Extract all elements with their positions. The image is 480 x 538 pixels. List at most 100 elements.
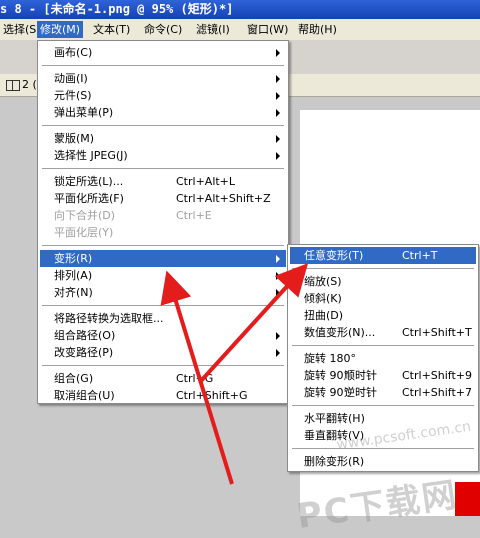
transform-submenu-item[interactable]: 删除变形(R) bbox=[290, 453, 476, 470]
transform-submenu-item-label: 删除变形(R) bbox=[304, 455, 365, 468]
modify-menu-item-label: 取消组合(U) bbox=[54, 389, 115, 402]
menu-text[interactable]: 文本(T) bbox=[90, 21, 133, 38]
menu-help[interactable]: 帮助(H) bbox=[295, 21, 340, 38]
modify-menu-item-label: 蒙版(M) bbox=[54, 132, 95, 145]
title-bar: s 8 - [未命名-1.png @ 95% (矩形)*] bbox=[0, 0, 480, 19]
transform-submenu-item-label: 倾斜(K) bbox=[304, 292, 342, 305]
modify-menu-item-shortcut: Ctrl+E bbox=[176, 209, 212, 222]
transform-submenu-item-shortcut: Ctrl+Shift+7 bbox=[402, 386, 473, 399]
menu-separator bbox=[42, 168, 284, 169]
modify-menu-item-label: 对齐(N) bbox=[54, 286, 93, 299]
modify-menu-item: 向下合并(D) Ctrl+E bbox=[40, 207, 286, 224]
menu-modify[interactable]: 修改(M) bbox=[37, 21, 84, 38]
submenu-arrow-icon bbox=[276, 75, 280, 83]
modify-menu-item-label: 改变路径(P) bbox=[54, 346, 114, 359]
modify-menu-item[interactable]: 组合路径(O) bbox=[40, 327, 286, 344]
transform-submenu-item[interactable]: 水平翻转(H) bbox=[290, 410, 476, 427]
modify-menu-item[interactable]: 画布(C) bbox=[40, 44, 286, 61]
menu-separator bbox=[292, 268, 474, 269]
submenu-arrow-icon bbox=[276, 92, 280, 100]
modify-menu-item-label: 将路径转换为选取框... bbox=[54, 312, 164, 325]
red-shape bbox=[455, 482, 480, 516]
menu-separator bbox=[42, 125, 284, 126]
transform-submenu-item-label: 旋转 180° bbox=[304, 352, 356, 365]
transform-submenu-item[interactable]: 任意变形(T) Ctrl+T bbox=[290, 247, 476, 264]
modify-menu-item-label: 排列(A) bbox=[54, 269, 93, 282]
modify-menu-item[interactable]: 蒙版(M) bbox=[40, 130, 286, 147]
modify-menu-item-label: 元件(S) bbox=[54, 89, 92, 102]
transform-submenu-item-label: 扭曲(D) bbox=[304, 309, 344, 322]
document-tab[interactable]: 2 ( bbox=[6, 77, 37, 93]
menu-filters[interactable]: 滤镜(I) bbox=[193, 21, 233, 38]
transform-submenu-item[interactable]: 数值变形(N)... Ctrl+Shift+T bbox=[290, 324, 476, 341]
modify-menu-item-label: 平面化所选(F) bbox=[54, 192, 124, 205]
transform-submenu-item-shortcut: Ctrl+T bbox=[402, 249, 438, 262]
menu-separator bbox=[42, 245, 284, 246]
modify-menu-item-label: 平面化层(Y) bbox=[54, 226, 114, 239]
modify-menu: 画布(C) 动画(I) 元件(S) 弹出菜单(P) 蒙版(M) 选择性 JPEG(J) 锁定… bbox=[37, 40, 289, 404]
modify-menu-item-label: 向下合并(D) bbox=[54, 209, 116, 222]
transform-submenu-item-shortcut: Ctrl+Shift+9 bbox=[402, 369, 473, 382]
modify-menu-item[interactable]: 弹出菜单(P) bbox=[40, 104, 286, 121]
menu-separator bbox=[42, 365, 284, 366]
transform-submenu: 任意变形(T) Ctrl+T 缩放(S) 倾斜(K) 扭曲(D) 数值变形(N)... Ct… bbox=[287, 244, 479, 472]
submenu-arrow-icon bbox=[276, 289, 280, 297]
modify-menu-item[interactable]: 动画(I) bbox=[40, 70, 286, 87]
transform-submenu-item-direction: 顺时针 bbox=[344, 369, 377, 382]
transform-submenu-item[interactable]: 垂直翻转(V) bbox=[290, 427, 476, 444]
modify-menu-item-shortcut: Ctrl+Shift+G bbox=[176, 389, 248, 402]
transform-submenu-item[interactable]: 扭曲(D) bbox=[290, 307, 476, 324]
submenu-arrow-icon bbox=[276, 109, 280, 117]
submenu-arrow-icon bbox=[276, 349, 280, 357]
menu-bar: 选择(S) 修改(M) 文本(T) 命令(C) 滤镜(I) 窗口(W) 帮助(H… bbox=[0, 19, 480, 41]
modify-menu-item[interactable]: 组合(G) Ctrl+G bbox=[40, 370, 286, 387]
menu-separator bbox=[292, 345, 474, 346]
modify-menu-item-label: 锁定所选(L)... bbox=[54, 175, 124, 188]
transform-submenu-item[interactable]: 旋转 90° 顺时针 Ctrl+Shift+9 bbox=[290, 367, 476, 384]
modify-menu-item[interactable]: 元件(S) bbox=[40, 87, 286, 104]
transform-submenu-item-label: 垂直翻转(V) bbox=[304, 429, 365, 442]
menu-separator bbox=[292, 448, 474, 449]
modify-menu-item-shortcut: Ctrl+Alt+Shift+Z bbox=[176, 192, 271, 205]
modify-menu-item-label: 弹出菜单(P) bbox=[54, 106, 114, 119]
modify-menu-item: 平面化层(Y) bbox=[40, 224, 286, 241]
submenu-arrow-icon bbox=[276, 332, 280, 340]
submenu-arrow-icon bbox=[276, 255, 280, 263]
modify-menu-item[interactable]: 将路径转换为选取框... bbox=[40, 310, 286, 327]
transform-submenu-item[interactable]: 旋转 90° 逆时针 Ctrl+Shift+7 bbox=[290, 384, 476, 401]
transform-submenu-item-shortcut: Ctrl+Shift+T bbox=[402, 326, 472, 339]
modify-menu-item-label: 动画(I) bbox=[54, 72, 88, 85]
modify-menu-item[interactable]: 改变路径(P) bbox=[40, 344, 286, 361]
modify-menu-item[interactable]: 锁定所选(L)... Ctrl+Alt+L bbox=[40, 173, 286, 190]
transform-submenu-item-label: 旋转 90° bbox=[304, 386, 349, 399]
modify-menu-item[interactable]: 变形(R) bbox=[40, 250, 286, 267]
transform-submenu-item-label: 水平翻转(H) bbox=[304, 412, 365, 425]
menu-separator bbox=[42, 305, 284, 306]
modify-menu-item-label: 组合(G) bbox=[54, 372, 94, 385]
transform-submenu-item-direction: 逆时针 bbox=[344, 386, 377, 399]
modify-menu-item[interactable]: 对齐(N) bbox=[40, 284, 286, 301]
modify-menu-item-label: 变形(R) bbox=[54, 252, 93, 265]
transform-submenu-item[interactable]: 缩放(S) bbox=[290, 273, 476, 290]
menu-separator bbox=[42, 65, 284, 66]
transform-submenu-item[interactable]: 旋转 180° bbox=[290, 350, 476, 367]
submenu-arrow-icon bbox=[276, 49, 280, 57]
modify-menu-item-label: 画布(C) bbox=[54, 46, 93, 59]
modify-menu-item[interactable]: 平面化所选(F) Ctrl+Alt+Shift+Z bbox=[40, 190, 286, 207]
modify-menu-item-label: 组合路径(O) bbox=[54, 329, 116, 342]
modify-menu-item[interactable]: 选择性 JPEG(J) bbox=[40, 147, 286, 164]
modify-menu-item[interactable]: 取消组合(U) Ctrl+Shift+G bbox=[40, 387, 286, 404]
modify-menu-item-shortcut: Ctrl+G bbox=[176, 372, 214, 385]
submenu-arrow-icon bbox=[276, 272, 280, 280]
layout-tab-icon bbox=[6, 79, 20, 91]
submenu-arrow-icon bbox=[276, 135, 280, 143]
transform-submenu-item[interactable]: 倾斜(K) bbox=[290, 290, 476, 307]
transform-submenu-item-label: 旋转 90° bbox=[304, 369, 349, 382]
menu-command[interactable]: 命令(C) bbox=[141, 21, 185, 38]
document-tab-label: 2 ( bbox=[22, 78, 37, 91]
menu-separator bbox=[292, 405, 474, 406]
window-title: s 8 - [未命名-1.png @ 95% (矩形)*] bbox=[0, 2, 234, 16]
menu-window[interactable]: 窗口(W) bbox=[244, 21, 291, 38]
modify-menu-item[interactable]: 排列(A) bbox=[40, 267, 286, 284]
transform-submenu-item-label: 缩放(S) bbox=[304, 275, 342, 288]
